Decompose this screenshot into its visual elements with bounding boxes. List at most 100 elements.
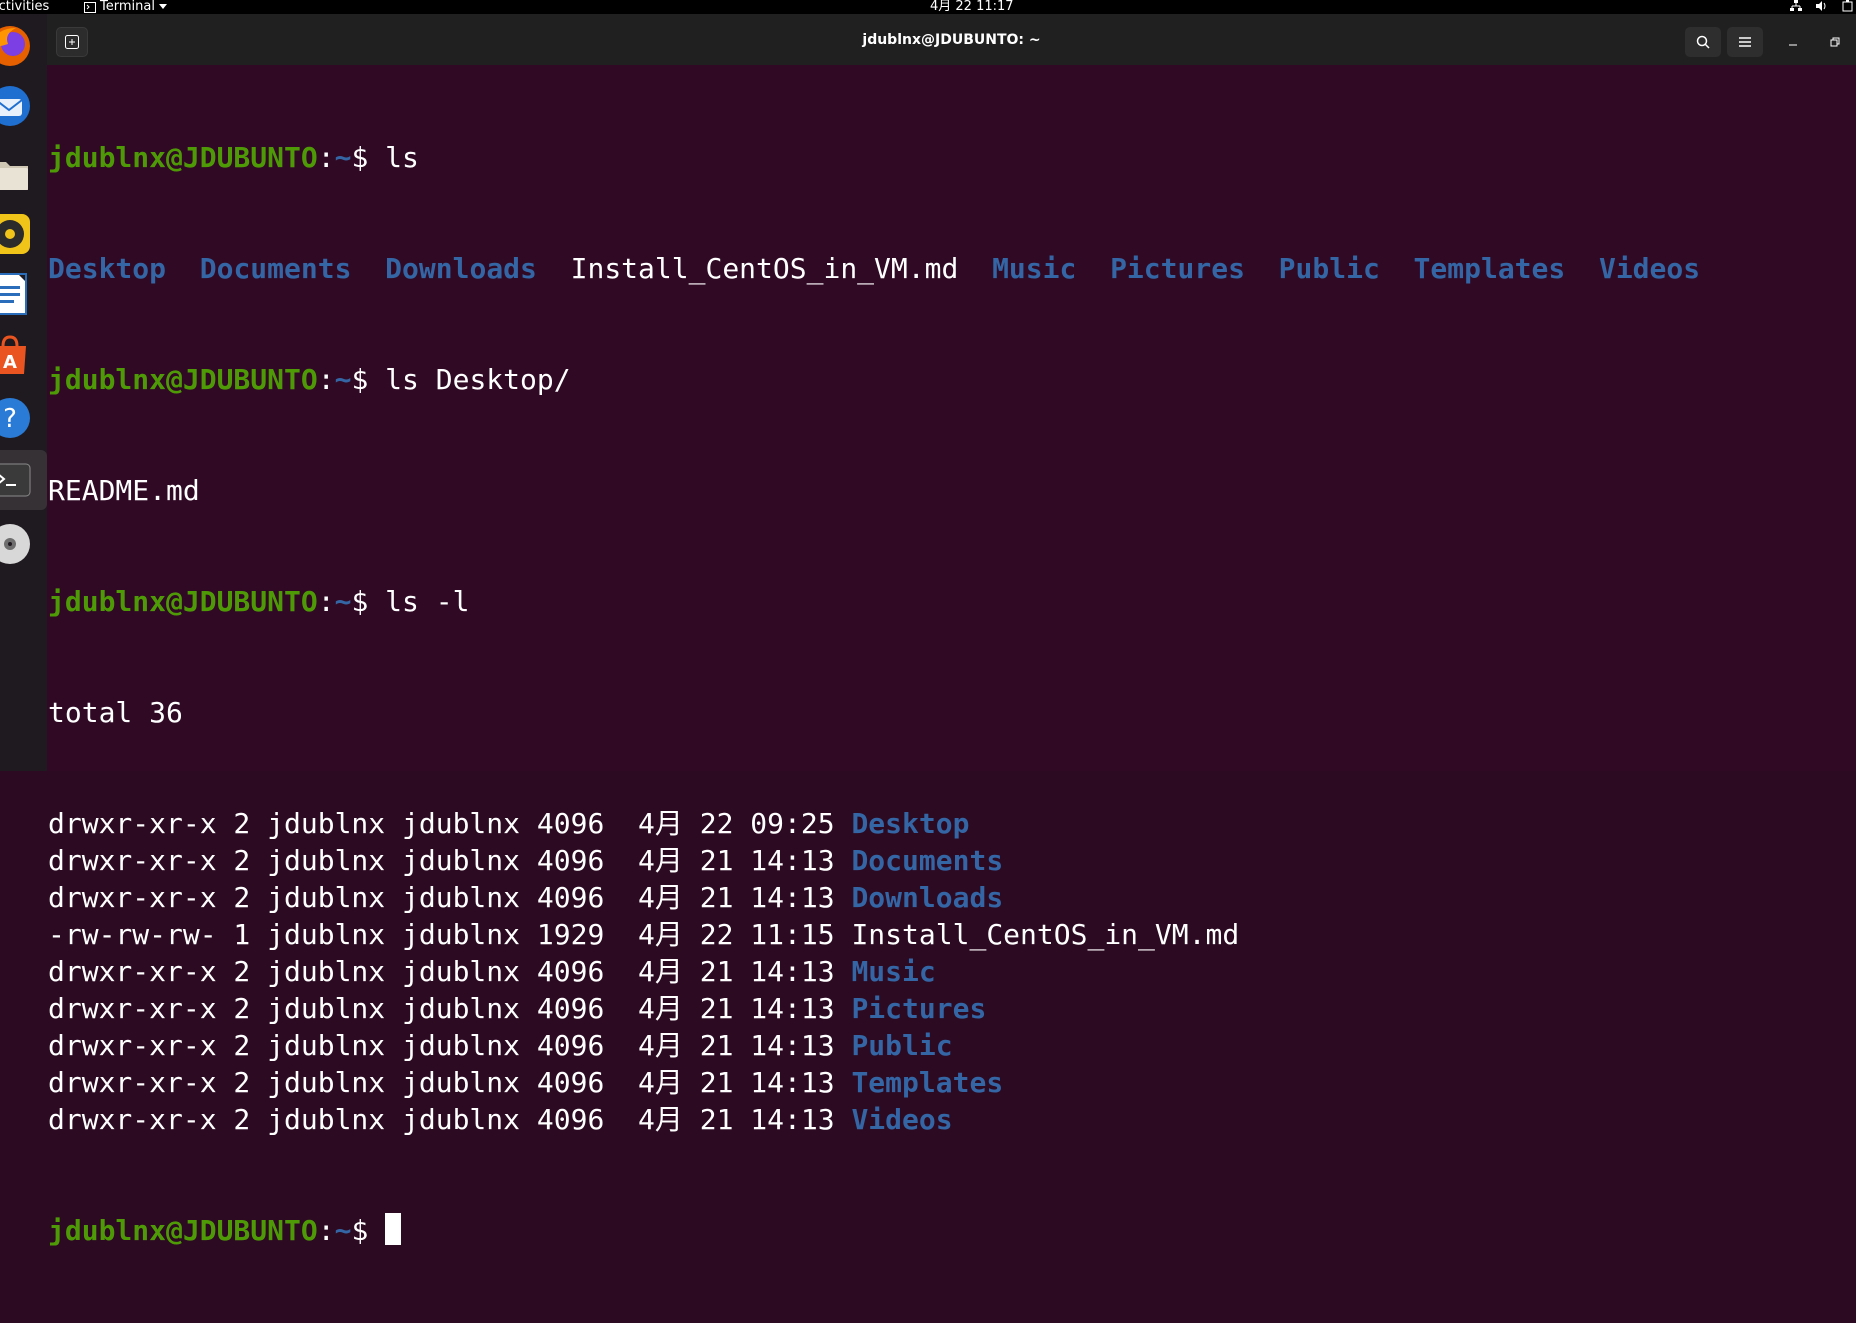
libreoffice-writer-icon [0, 273, 27, 315]
directory-entry: Desktop [851, 807, 970, 840]
terminal-line: README.md [48, 472, 1856, 509]
prompt-user-host: jdublnx@JDUBUNTO [48, 585, 318, 618]
app-center-icon: A [0, 335, 26, 374]
listing-row: -rw-rw-rw- 1 jdublnx jdublnx 1929 4月 22 … [48, 916, 1856, 953]
listing-row: drwxr-xr-x 2 jdublnx jdublnx 4096 4月 21 … [48, 1101, 1856, 1138]
dock-item-thunderbird[interactable] [0, 76, 47, 136]
file-entry: Install_CentOS_in_VM.md [570, 252, 959, 285]
dvd-icon [0, 524, 30, 564]
listing-row: drwxr-xr-x 2 jdublnx jdublnx 4096 4月 21 … [48, 1064, 1856, 1101]
listing-meta: drwxr-xr-x 2 jdublnx jdublnx 4096 4月 21 … [48, 844, 852, 877]
prompt-separator: : [317, 1214, 335, 1247]
menu-button[interactable] [1727, 27, 1763, 57]
directory-entry: Music [851, 955, 936, 988]
directory-entry: Documents [851, 844, 1004, 877]
firefox-icon [0, 26, 30, 66]
volume-icon [1816, 1, 1826, 11]
svg-text:A: A [3, 352, 17, 373]
directory-entry: Public [1278, 252, 1380, 285]
terminal-line: jdublnx@JDUBUNTO:~$ ls -l [48, 583, 1856, 620]
listing-meta: drwxr-xr-x 2 jdublnx jdublnx 4096 4月 21 … [48, 881, 852, 914]
listing-row: drwxr-xr-x 2 jdublnx jdublnx 4096 4月 22 … [48, 805, 1856, 842]
directory-entry: Videos [1598, 252, 1701, 285]
directory-entry: Downloads [851, 881, 1004, 914]
help-icon: ? [0, 398, 30, 438]
command-text: ls Desktop/ [385, 363, 571, 396]
prompt-symbol: $ [351, 585, 386, 618]
dock-item-writer[interactable] [0, 264, 47, 324]
minimize-icon [1789, 44, 1797, 46]
dock-item-rhythmbox[interactable] [0, 204, 47, 264]
terminal-icon [0, 463, 31, 497]
dock-item-terminal[interactable] [0, 450, 47, 510]
prompt-user-host: jdublnx@JDUBUNTO [48, 363, 318, 396]
directory-entry: Public [851, 1029, 953, 1062]
dock-item-help[interactable]: ? [0, 388, 47, 448]
network-icon [1790, 0, 1802, 11]
app-menu[interactable]: Terminal [84, 0, 167, 14]
prompt-separator: : [317, 363, 335, 396]
directory-entry: Templates [1413, 252, 1566, 285]
terminal-line: jdublnx@JDUBUNTO:~$ ls [48, 139, 1856, 176]
chevron-down-icon [158, 4, 167, 9]
window-title: jdublnx@JDUBUNTO: ~ [862, 32, 1041, 48]
terminal-output[interactable]: jdublnx@JDUBUNTO:~$ ls Desktop Documents… [47, 65, 1856, 1247]
terminal-line: total 36 [48, 694, 1856, 731]
hamburger-menu-icon [1739, 37, 1751, 47]
title-bar[interactable]: jdublnx@JDUBUNTO: ~ [47, 14, 1856, 65]
dock-item-app-center[interactable]: A [0, 326, 47, 386]
prompt-symbol: $ [351, 363, 386, 396]
listing-meta: -rw-rw-rw- 1 jdublnx jdublnx 1929 4月 22 … [48, 918, 852, 951]
directory-entry: Documents [199, 252, 352, 285]
prompt-user-host: jdublnx@JDUBUNTO [48, 1214, 318, 1247]
ls-output-line: Desktop Documents Downloads Install_Cent… [48, 250, 1856, 287]
search-icon [1696, 35, 1710, 49]
terminal-small-icon [84, 1, 96, 13]
prompt-path: ~ [334, 141, 352, 174]
terminal-line: jdublnx@JDUBUNTO:~$ [48, 1212, 1856, 1249]
listing-row: drwxr-xr-x 2 jdublnx jdublnx 4096 4月 21 … [48, 1027, 1856, 1064]
directory-entry: Pictures [1110, 252, 1245, 285]
prompt-path: ~ [334, 363, 352, 396]
prompt-separator: : [317, 585, 335, 618]
command-text: ls [385, 141, 419, 174]
terminal-window: jdublnx@JDUBUNTO: ~ jdublnx@JDUBUNTO:~$ … [47, 14, 1856, 1247]
listing-meta: drwxr-xr-x 2 jdublnx jdublnx 4096 4月 21 … [48, 992, 852, 1025]
listing-row: drwxr-xr-x 2 jdublnx jdublnx 4096 4月 21 … [48, 842, 1856, 879]
search-button[interactable] [1685, 27, 1721, 57]
app-menu-label: Terminal [100, 0, 155, 14]
command-text: ls -l [385, 585, 470, 618]
file-entry: Install_CentOS_in_VM.md [851, 918, 1240, 951]
directory-entry: Templates [851, 1066, 1004, 1099]
listing-meta: drwxr-xr-x 2 jdublnx jdublnx 4096 4月 21 … [48, 1066, 852, 1099]
directory-entry: Desktop [48, 252, 167, 285]
prompt-user-host: jdublnx@JDUBUNTO [48, 141, 318, 174]
total-line: total 36 [48, 696, 183, 729]
prompt-symbol: $ [351, 1214, 386, 1247]
dock-item-firefox[interactable] [0, 16, 47, 76]
thunderbird-icon [0, 86, 30, 126]
directory-entry: Videos [851, 1103, 953, 1136]
listing-meta: drwxr-xr-x 2 jdublnx jdublnx 4096 4月 21 … [48, 1103, 852, 1136]
files-icon [0, 162, 28, 190]
prompt-path: ~ [334, 585, 352, 618]
listing-meta: drwxr-xr-x 2 jdublnx jdublnx 4096 4月 21 … [48, 1029, 852, 1062]
listing-meta: drwxr-xr-x 2 jdublnx jdublnx 4096 4月 22 … [48, 807, 852, 840]
dock-item-dvd[interactable] [0, 514, 47, 574]
minimize-button[interactable] [1781, 30, 1805, 54]
directory-entry: Downloads [385, 252, 537, 285]
directory-entry: Pictures [851, 992, 987, 1025]
dock-item-files[interactable] [0, 144, 47, 204]
file-entry: README.md [48, 474, 200, 507]
battery-icon [1842, 0, 1853, 12]
prompt-path: ~ [334, 1214, 352, 1247]
prompt-symbol: $ [351, 141, 386, 174]
long-listing: drwxr-xr-x 2 jdublnx jdublnx 4096 4月 22 … [48, 805, 1856, 1138]
listing-row: drwxr-xr-x 2 jdublnx jdublnx 4096 4月 21 … [48, 953, 1856, 990]
system-tray[interactable] [1790, 0, 1854, 12]
activities-button[interactable]: Activities [0, 0, 49, 14]
maximize-button[interactable] [1823, 30, 1847, 54]
clock[interactable]: 4月 22 11:17 [930, 0, 1014, 14]
dock: A ? [0, 14, 47, 771]
restore-icon [1830, 37, 1840, 47]
